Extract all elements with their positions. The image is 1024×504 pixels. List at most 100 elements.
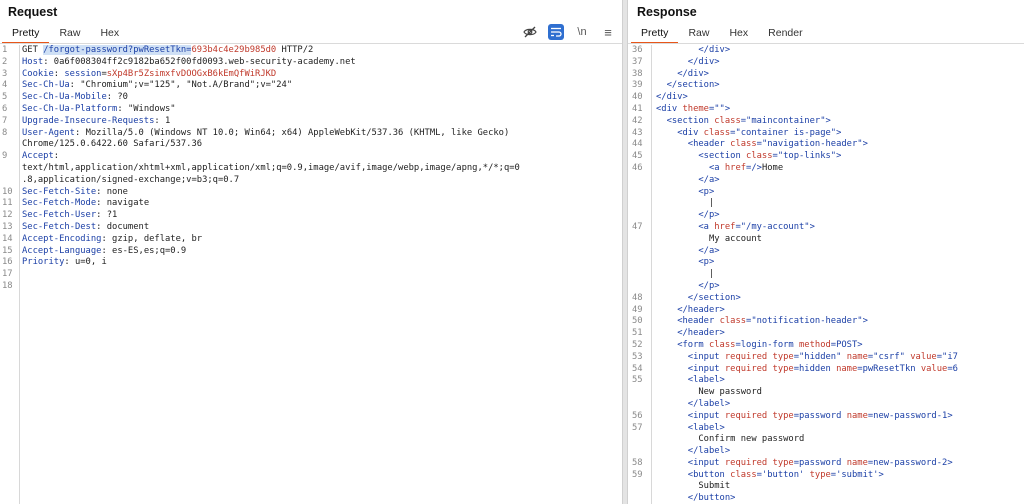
header-value: 1 [165,115,171,126]
html-attribute: type [772,351,794,362]
code-line: 4 Sec-Ch-Ua: "Chromium";v="125", "Not.A/B… [0,80,622,92]
request-gutter [19,45,20,504]
html-tag: <header [687,139,731,150]
response-tab-hex[interactable]: Hex [719,25,758,44]
html-tag: > [947,457,953,468]
response-tab-render[interactable]: Render [758,25,812,44]
html-tag: </section> [687,292,741,303]
code-line: 15 Accept-Language: es-ES,es;q=0.9 [0,246,622,258]
request-tab-pretty[interactable]: Pretty [2,25,50,44]
html-tag: <label> [687,422,725,433]
html-tag: </a> [698,245,720,256]
html-tag: </div> [677,68,709,79]
html-attribute: type [772,457,794,468]
response-tab-raw[interactable]: Raw [678,25,719,44]
cookie-name: session [64,68,102,79]
code-line: 10 Sec-Fetch-Site: none [0,187,622,199]
html-attribute-value: "i7 [942,351,958,362]
request-tab-raw[interactable]: Raw [49,25,90,44]
header-separator: : [117,103,128,114]
code-line: 18 [0,281,622,293]
html-attribute: name [846,457,868,468]
request-editor[interactable]: 1 GET /forgot-password?pwResetTkn=693b4c4… [0,45,622,504]
newline-icon[interactable]: \n [574,24,590,40]
code-line: 55 <label> [628,375,1024,387]
html-tag: </header> [677,328,725,339]
menu-icon[interactable]: ≡ [600,24,616,40]
html-tag: > [857,339,863,350]
wrap-icon[interactable] [548,24,564,40]
html-attribute-value: "" [714,103,725,114]
line-content: </label> [656,446,730,458]
header-name: Cookie [22,68,54,79]
code-line: </a> [628,175,1024,187]
code-line: Chrome/125.0.6422.60 Safari/537.36 [0,139,622,151]
header-separator: : [64,257,75,268]
response-tabs: Pretty Raw Hex Render [631,25,813,44]
eye-slash-icon[interactable] [522,24,538,40]
header-separator: : [53,68,65,79]
html-attribute: required [724,351,773,362]
header-name: Sec-Ch-Ua [22,80,70,91]
code-line: 43 <div class="container is-page"> [628,128,1024,140]
header-value: es-ES,es;q=0.9 [112,245,187,256]
html-attribute: href [724,162,747,173]
response-tab-pretty[interactable]: Pretty [631,25,679,44]
html-tag: </label> [687,398,731,409]
html-tag: > [836,151,842,162]
line-content: <section class="top-links"> [656,151,841,163]
html-attribute: required [724,457,773,468]
code-line: 13 Sec-Fetch-Dest: document [0,222,622,234]
html-attribute-value: new-password-1 [873,410,948,421]
response-pane: Response Pretty Raw Hex Render 36 </div>… [628,0,1024,504]
header-name: Priority [22,257,65,268]
html-tag: </section> [666,80,720,91]
code-line: </p> [628,281,1024,293]
response-editor[interactable]: 36 </div> 37 </div> 38 </div> 39 </section>… [628,45,1024,504]
html-text: | [708,198,715,209]
line-content: <header class="notification-header"> [656,316,868,328]
html-text: Submit [698,481,731,492]
line-content: Sec-Ch-Ua: "Chromium";v="125", "Not.A/Br… [22,80,292,92]
code-line: 59 <button class='button' type='submit'> [628,470,1024,482]
line-content: Accept-Language: es-ES,es;q=0.9 [22,246,186,258]
code-line: 58 <input required type=password name=ne… [628,458,1024,470]
code-line: 11 Sec-Fetch-Mode: navigate [0,198,622,210]
request-tabs: Pretty Raw Hex [2,25,129,44]
html-attribute: name [836,363,858,374]
html-tag: > [724,103,731,114]
header-separator: : [96,186,107,197]
line-content: <p> [656,187,714,199]
line-content: Sec-Ch-Ua-Mobile: ?0 [22,92,128,104]
html-attribute-value: password [799,410,847,421]
code-line: 42 <section class="maincontainer"> [628,116,1024,128]
code-line: 17 [0,269,622,281]
html-tag: </div> [687,56,720,67]
header-value: gzip, deflate, br [112,233,203,244]
html-attribute-value: "/my-account" [740,221,810,232]
header-separator: : [69,80,81,91]
request-toolbar: \n ≡ [522,24,616,40]
html-attribute: theme [682,103,709,114]
cookie-value: sXp4Br5ZsimxfvDOOGxB6kEmQfWiRJKD [106,68,277,79]
request-tab-hex[interactable]: Hex [90,25,129,44]
code-line: 49 </header> [628,305,1024,317]
line-content: New password [656,387,762,399]
line-content: | [656,269,714,281]
code-line: 53 <input required type="hidden" name="c… [628,352,1024,364]
code-line: Submit [628,481,1024,493]
code-line: .8,application/signed-exchange;v=b3;q=0.… [0,175,622,187]
header-value: Mozilla/5.0 (Windows NT 10.0; Win64; x64… [85,127,510,138]
html-attribute: required [724,410,773,421]
html-attribute: type [809,469,831,480]
header-name: Sec-Fetch-Mode [22,198,97,209]
line-content: <form class=login-form method=POST> [656,339,863,352]
code-line: New password [628,387,1024,399]
html-attribute-value: 'button' [761,469,810,480]
request-path: /forgot-password?pwResetTkn= [43,45,192,55]
code-line: </p> [628,210,1024,222]
header-name: Sec-Ch-Ua-Platform [22,103,118,114]
line-content [22,269,27,281]
header-name: Sec-Ch-Ua-Mobile [22,92,107,103]
header-name: User-Agent [22,127,75,138]
